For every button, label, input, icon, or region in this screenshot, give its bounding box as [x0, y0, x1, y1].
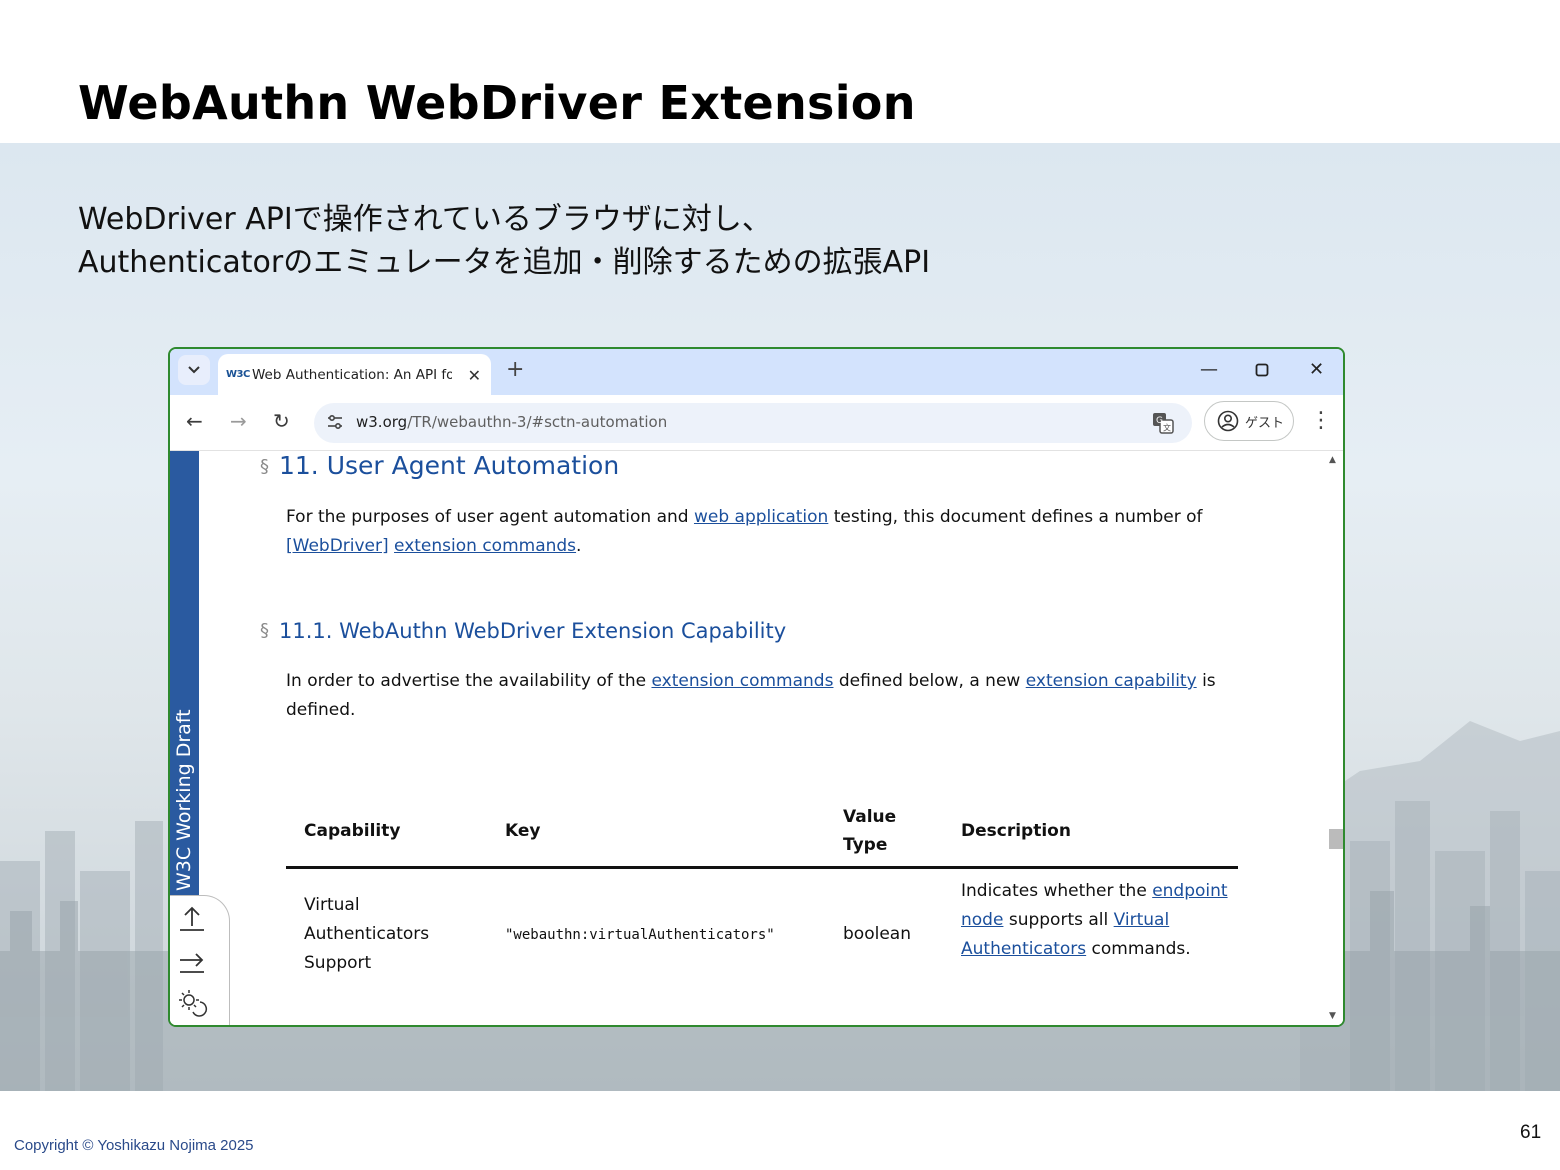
browser-toolbar: ← → ↻ w3.org/TR/webauthn-3/#sctn-automat…: [170, 395, 1343, 451]
copyright-notice: Copyright © Yoshikazu Nojima 2025: [14, 1137, 254, 1154]
page-viewport: W3C Working Draft § 11. User Agent Automa…: [170, 451, 1343, 1025]
section-heading-11-1: § 11.1. WebAuthn WebDriver Extension Capa…: [260, 619, 787, 643]
link-extension-commands[interactable]: extension commands: [651, 671, 833, 691]
scroll-up-arrow-icon[interactable]: ▲: [1329, 455, 1336, 465]
w3c-status-label: W3C Working Draft: [173, 709, 195, 891]
browser-window: W3C Web Authentication: An API for ✕ + —…: [168, 347, 1345, 1027]
section-link-icon[interactable]: §: [260, 620, 269, 641]
table-header-row: Capability Key Value Type Description: [286, 797, 1238, 869]
account-circle-icon: [1217, 410, 1239, 432]
minimize-icon[interactable]: —: [1200, 359, 1218, 380]
tab-title: Web Authentication: An API for: [252, 366, 452, 383]
header-capability: Capability: [304, 821, 401, 841]
w3c-favicon-icon: W3C: [226, 369, 250, 380]
menu-kebab-icon[interactable]: ⋮: [1310, 408, 1332, 433]
dark-mode-icon[interactable]: [176, 986, 208, 1018]
w3c-status-rail[interactable]: W3C Working Draft: [170, 451, 199, 899]
site-info-icon[interactable]: [326, 413, 344, 431]
scroll-thumb[interactable]: [1329, 829, 1343, 849]
paragraph-capability: In order to advertise the availability o…: [286, 671, 1216, 720]
capability-table: Capability Key Value Type Description Vi…: [286, 797, 1238, 1009]
url-text[interactable]: w3.org/TR/webauthn-3/#sctn-automation: [356, 413, 667, 431]
subtitle-line-1: WebDriver APIで操作されているブラウザに対し、: [78, 202, 772, 237]
profile-button[interactable]: ゲスト: [1204, 401, 1294, 441]
cell-value-type: boolean: [843, 924, 911, 944]
link-web-application[interactable]: web application: [694, 507, 828, 527]
link-extension-capability[interactable]: extension capability: [1026, 671, 1197, 691]
tab-bar: W3C Web Authentication: An API for ✕ + —…: [170, 349, 1343, 395]
svg-text:G: G: [1156, 416, 1163, 426]
subtitle-line-2: Authenticatorのエミュレータを追加・削除するための拡張API: [78, 245, 931, 280]
address-bar[interactable]: w3.org/TR/webauthn-3/#sctn-automation G …: [314, 403, 1192, 443]
cell-key: "webauthn:virtualAuthenticators": [505, 927, 775, 943]
slide-title: WebAuthn WebDriver Extension: [78, 76, 916, 130]
link-extension-commands[interactable]: extension commands: [394, 536, 576, 556]
cell-capability: Virtual Authenticators Support: [304, 895, 430, 973]
forward-icon[interactable]: →: [230, 409, 247, 433]
link-webdriver[interactable]: [WebDriver]: [286, 536, 389, 556]
tab-search-button[interactable]: [178, 355, 210, 385]
maximize-icon[interactable]: [1255, 361, 1269, 382]
chevron-down-icon: [188, 366, 200, 374]
paragraph-intro: For the purposes of user agent automatio…: [286, 507, 1203, 556]
new-tab-icon[interactable]: +: [506, 357, 524, 382]
section-link-icon[interactable]: §: [260, 456, 269, 477]
table-row: Virtual Authenticators Support "webauthn…: [286, 869, 1238, 1009]
vertical-scrollbar[interactable]: ▲ ▼: [1325, 451, 1343, 1025]
page-number: 61: [1520, 1122, 1542, 1143]
svg-text:文: 文: [1163, 423, 1171, 433]
reload-icon[interactable]: ↻: [273, 409, 290, 433]
profile-label: ゲスト: [1245, 415, 1285, 431]
toc-toggle-icon[interactable]: [176, 948, 208, 980]
scroll-down-arrow-icon[interactable]: ▼: [1329, 1011, 1336, 1021]
header-value-type: Value Type: [843, 807, 897, 855]
section-heading-11: § 11. User Agent Automation: [260, 451, 620, 480]
cell-description: Indicates whether the endpoint node supp…: [961, 881, 1228, 959]
header-description: Description: [961, 821, 1071, 841]
close-tab-icon[interactable]: ✕: [468, 366, 481, 385]
back-icon[interactable]: ←: [186, 409, 203, 433]
slide-subtitle: WebDriver APIで操作されているブラウザに対し、 Authentica…: [78, 198, 930, 284]
translate-icon[interactable]: G 文: [1152, 412, 1174, 434]
back-to-top-icon[interactable]: [176, 902, 208, 934]
page-tools-panel: [170, 895, 230, 1025]
header-key: Key: [505, 821, 541, 841]
close-window-icon[interactable]: ✕: [1309, 359, 1324, 380]
tab-webauthn[interactable]: W3C Web Authentication: An API for ✕: [218, 354, 491, 395]
